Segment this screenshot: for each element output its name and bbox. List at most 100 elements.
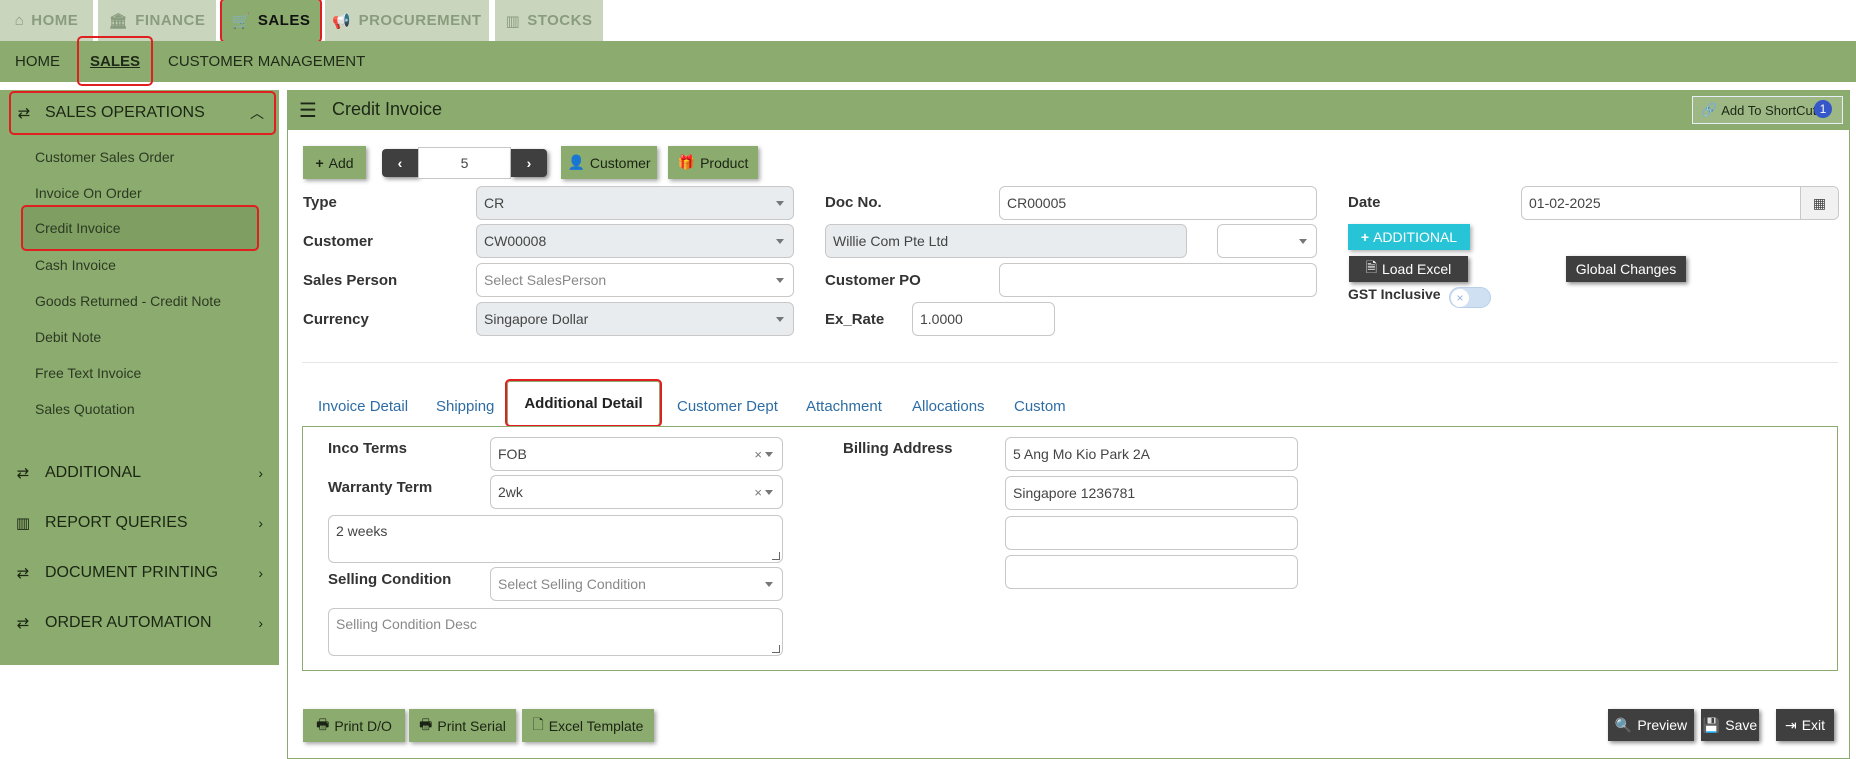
- module-nav: ⌂ HOME 🏛 FINANCE 🛒 SALES 📢 PROCUREMENT ▥ STOC…: [0, 0, 1856, 43]
- add-to-shortcut-button[interactable]: 🔗 Add To ShortCut 1: [1692, 96, 1843, 124]
- sidebar-item-free-text-invoice[interactable]: Free Text Invoice: [35, 358, 141, 388]
- calendar-icon[interactable]: ▦: [1800, 187, 1838, 219]
- sidebar-item-cash-invoice[interactable]: Cash Invoice: [35, 250, 116, 280]
- top-tab-sales[interactable]: 🛒 SALES: [220, 0, 322, 43]
- clear-icon[interactable]: ×: [754, 447, 762, 462]
- sidebar-group-sales-operations[interactable]: ⇄ SALES OPERATIONS ︿: [9, 91, 276, 135]
- tab-custom[interactable]: Custom: [1014, 388, 1066, 424]
- tab-allocations[interactable]: Allocations: [912, 388, 985, 424]
- prev-record-button[interactable]: ‹: [382, 149, 418, 177]
- chevron-right-icon: ›: [526, 155, 532, 171]
- selling-condition-desc-textarea[interactable]: Selling Condition Desc: [328, 608, 783, 656]
- customer-po-field[interactable]: [999, 263, 1317, 297]
- type-select[interactable]: CR: [476, 186, 794, 220]
- floppy-icon: 💾: [1702, 716, 1721, 733]
- product-button[interactable]: 🎁 Product: [668, 146, 758, 179]
- billing-address-line-4[interactable]: [1005, 555, 1298, 589]
- print-serial-button[interactable]: 🖶 Print Serial: [409, 709, 516, 742]
- top-tab-home[interactable]: ⌂ HOME: [0, 0, 93, 41]
- sub-nav-sales[interactable]: SALES: [77, 36, 153, 86]
- billing-address-line-1[interactable]: 5 Ang Mo Kio Park 2A: [1005, 437, 1298, 471]
- sub-nav-home[interactable]: HOME: [15, 41, 60, 82]
- sidebar-group-additional[interactable]: ⇄ ADDITIONAL ›: [0, 450, 279, 496]
- tab-invoice-detail[interactable]: Invoice Detail: [318, 388, 408, 424]
- chevron-left-icon: ‹: [397, 155, 403, 171]
- sales-person-label: Sales Person: [303, 272, 398, 289]
- load-excel-button[interactable]: 🗎 Load Excel: [1349, 256, 1468, 282]
- warranty-term-select[interactable]: 2wk ×: [490, 475, 783, 509]
- search-icon: 🔍: [1614, 716, 1633, 733]
- sidebar-item-credit-invoice[interactable]: Credit Invoice: [21, 205, 259, 251]
- preview-button[interactable]: 🔍 Preview: [1608, 709, 1694, 741]
- ex-rate-field[interactable]: 1.0000: [912, 302, 1055, 336]
- top-tab-procurement[interactable]: 📢 PROCUREMENT: [325, 0, 489, 41]
- tab-attachment[interactable]: Attachment: [806, 388, 882, 424]
- next-record-button[interactable]: ›: [511, 149, 547, 177]
- date-field[interactable]: 01-02-2025 ▦: [1521, 186, 1839, 220]
- warranty-description-textarea[interactable]: 2 weeks: [328, 515, 783, 563]
- customer-label: Customer: [303, 233, 374, 250]
- link-icon: 🔗: [1701, 102, 1718, 117]
- customer-extra-select[interactable]: [1217, 224, 1317, 258]
- sub-nav: HOME SALES CUSTOMER MANAGEMENT: [0, 36, 1856, 86]
- billing-address-line-2[interactable]: Singapore 1236781: [1005, 476, 1298, 510]
- hamburger-icon[interactable]: ☰: [299, 98, 317, 123]
- bar-chart-icon: ▥: [505, 12, 521, 30]
- tab-customer-dept[interactable]: Customer Dept: [677, 388, 778, 424]
- cart-icon: 🛒: [231, 12, 251, 30]
- sidebar-group-report-queries[interactable]: ▥ REPORT QUERIES ›: [0, 500, 279, 546]
- chevron-right-icon: ›: [258, 615, 263, 631]
- tab-shipping[interactable]: Shipping: [436, 388, 494, 424]
- billing-address-line-3[interactable]: [1005, 516, 1298, 550]
- top-tab-finance[interactable]: 🏛 FINANCE: [98, 0, 216, 41]
- caret-down-icon: [776, 317, 784, 322]
- sidebar-item-sales-quotation[interactable]: Sales Quotation: [35, 394, 135, 424]
- top-tab-stocks[interactable]: ▥ STOCKS: [495, 0, 603, 41]
- home-icon: ⌂: [14, 12, 25, 29]
- resize-grip-icon[interactable]: [772, 645, 780, 653]
- record-number-field[interactable]: 5: [418, 147, 511, 179]
- currency-select[interactable]: Singapore Dollar: [476, 302, 794, 336]
- global-changes-button[interactable]: Global Changes: [1566, 256, 1686, 282]
- caret-down-icon: [765, 582, 773, 587]
- sidebar-item-debit-note[interactable]: Debit Note: [35, 322, 101, 352]
- sidebar-item-customer-sales-order[interactable]: Customer Sales Order: [35, 142, 174, 172]
- exchange-icon: ⇄: [16, 615, 30, 632]
- sidebar-item-invoice-on-order[interactable]: Invoice On Order: [35, 178, 142, 208]
- caret-down-icon: [765, 490, 773, 495]
- printer-icon: 🖶: [316, 715, 330, 732]
- excel-template-button[interactable]: 🗋 Excel Template: [522, 709, 654, 742]
- caret-down-icon: [765, 452, 773, 457]
- gst-inclusive-toggle[interactable]: ×: [1449, 287, 1491, 308]
- sidebar-group-document-printing[interactable]: ⇄ DOCUMENT PRINTING ›: [0, 550, 279, 596]
- exit-button[interactable]: ⇥ Exit: [1776, 709, 1834, 741]
- sub-nav-customer-management[interactable]: CUSTOMER MANAGEMENT: [168, 41, 365, 82]
- bank-icon: 🏛: [108, 12, 129, 30]
- tab-additional-detail[interactable]: Additional Detail: [505, 379, 662, 427]
- customer-select[interactable]: CW00008: [476, 224, 794, 258]
- sales-person-select[interactable]: Select SalesPerson: [476, 263, 794, 297]
- ex-rate-label: Ex_Rate: [825, 311, 885, 328]
- sidebar-item-goods-returned[interactable]: Goods Returned - Credit Note: [35, 286, 221, 316]
- selling-condition-select[interactable]: Select Selling Condition: [490, 567, 783, 601]
- caret-down-icon: [776, 239, 784, 244]
- close-icon: ×: [1451, 289, 1469, 307]
- bar-chart-icon: ▥: [15, 515, 31, 532]
- clear-icon[interactable]: ×: [754, 485, 762, 500]
- inco-terms-label: Inco Terms: [328, 440, 407, 457]
- print-do-button[interactable]: 🖶 Print D/O: [303, 709, 405, 742]
- chevron-right-icon: ›: [258, 565, 263, 581]
- additional-button[interactable]: + ADDITIONAL: [1348, 224, 1470, 250]
- doc-no-field[interactable]: CR00005: [999, 186, 1317, 220]
- file-icon: 🗋: [532, 715, 544, 732]
- customer-button[interactable]: 👤 Customer: [561, 146, 657, 179]
- inco-terms-select[interactable]: FOB ×: [490, 437, 783, 471]
- sidebar-group-order-automation[interactable]: ⇄ ORDER AUTOMATION ›: [0, 600, 279, 646]
- resize-grip-icon[interactable]: [772, 552, 780, 560]
- add-button[interactable]: + Add: [303, 146, 366, 179]
- printer-icon: 🖶: [419, 715, 433, 732]
- plus-icon: +: [315, 154, 324, 171]
- save-button[interactable]: 💾 Save: [1701, 709, 1759, 741]
- page-title: Credit Invoice: [332, 99, 443, 119]
- gift-icon: 🎁: [677, 154, 696, 170]
